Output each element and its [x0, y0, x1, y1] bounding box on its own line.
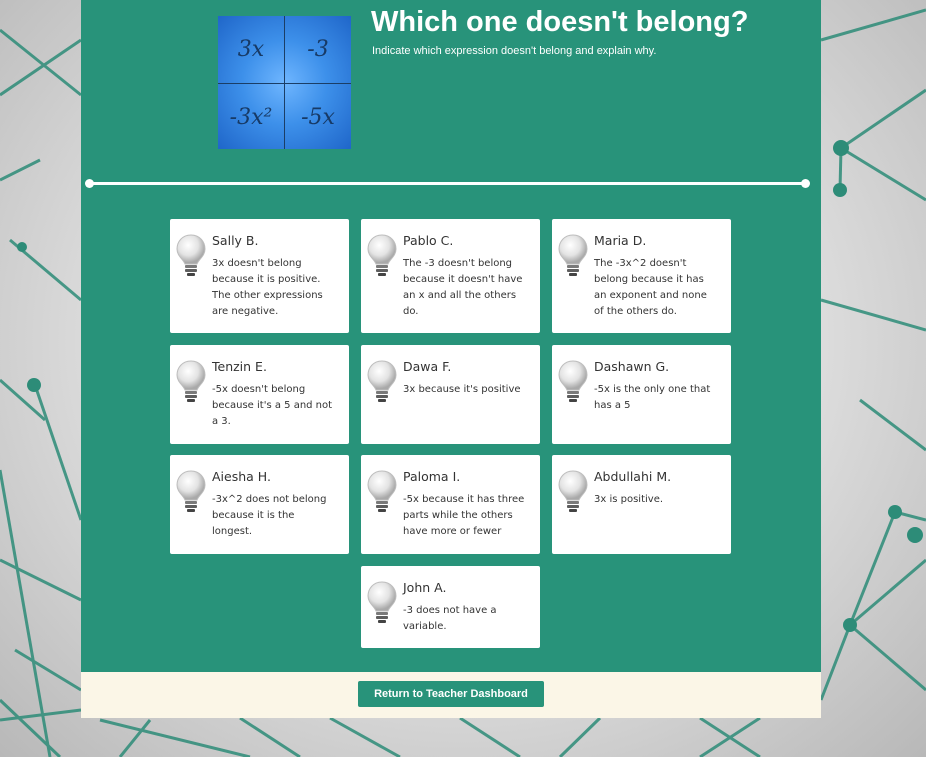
- response-card: John A. -3 does not have a variable.: [361, 566, 540, 648]
- expression-cell: -3x²: [229, 104, 273, 130]
- student-name: Pablo C.: [403, 233, 454, 248]
- lightbulb-icon: [558, 360, 588, 402]
- response-text: 3x because it's positive: [403, 384, 521, 395]
- expressions-image: 3x -3 -3x² -5x: [218, 16, 351, 149]
- student-name: Abdullahi M.: [594, 469, 672, 484]
- lightbulb-icon: [367, 360, 397, 402]
- lightbulb-icon: [176, 360, 206, 402]
- divider: [89, 182, 805, 185]
- response-card: Maria D. The -3x^2 doesn't belong becaus…: [552, 219, 731, 333]
- lightbulb-icon: [176, 470, 206, 512]
- student-name: Paloma I.: [403, 469, 461, 484]
- lightbulb-icon: [176, 234, 206, 276]
- response-text: -5x is the only one that has a 5: [594, 384, 711, 411]
- response-text: -5x because it has three parts while the…: [403, 494, 525, 537]
- response-text: -3 does not have a variable.: [403, 605, 497, 632]
- divider-endpoint: [85, 179, 94, 188]
- lightbulb-icon: [367, 234, 397, 276]
- response-text: 3x doesn't belong because it is positive…: [212, 258, 323, 317]
- response-card: Dawa F. 3x because it's positive: [361, 345, 540, 444]
- page-subtitle: Indicate which expression doesn't belong…: [372, 45, 657, 57]
- response-card: Aiesha H. -3x^2 does not belong because …: [170, 455, 349, 554]
- expression-cell: -5x: [301, 104, 335, 130]
- lightbulb-icon: [558, 470, 588, 512]
- student-name: Dawa F.: [403, 359, 452, 374]
- response-card: Pablo C. The -3 doesn't belong because i…: [361, 219, 540, 333]
- student-name: Aiesha H.: [212, 469, 271, 484]
- return-to-dashboard-button[interactable]: Return to Teacher Dashboard: [358, 681, 544, 707]
- response-card: Abdullahi M. 3x is positive.: [552, 455, 731, 554]
- response-card: Tenzin E. -5x doesn't belong because it'…: [170, 345, 349, 444]
- response-card: Paloma I. -5x because it has three parts…: [361, 455, 540, 554]
- response-text: The -3x^2 doesn't belong because it has …: [594, 258, 707, 317]
- page-title: Which one doesn't belong?: [371, 6, 749, 38]
- student-name: Sally B.: [212, 233, 259, 248]
- response-text: 3x is positive.: [594, 494, 664, 505]
- lightbulb-icon: [367, 581, 397, 623]
- response-text: -3x^2 does not belong because it is the …: [212, 494, 327, 537]
- student-name: Maria D.: [594, 233, 647, 248]
- response-text: The -3 doesn't belong because it doesn't…: [403, 258, 523, 317]
- response-card: Dashawn G. -5x is the only one that has …: [552, 345, 731, 444]
- lightbulb-icon: [367, 470, 397, 512]
- student-name: Dashawn G.: [594, 359, 670, 374]
- student-name: Tenzin E.: [212, 359, 267, 374]
- response-card: Sally B. 3x doesn't belong because it is…: [170, 219, 349, 333]
- divider-endpoint: [801, 179, 810, 188]
- response-text: -5x doesn't belong because it's a 5 and …: [212, 384, 333, 427]
- student-name: John A.: [403, 580, 447, 595]
- lightbulb-icon: [558, 234, 588, 276]
- expression-cell: -3: [307, 36, 329, 62]
- expression-cell: 3x: [237, 36, 265, 62]
